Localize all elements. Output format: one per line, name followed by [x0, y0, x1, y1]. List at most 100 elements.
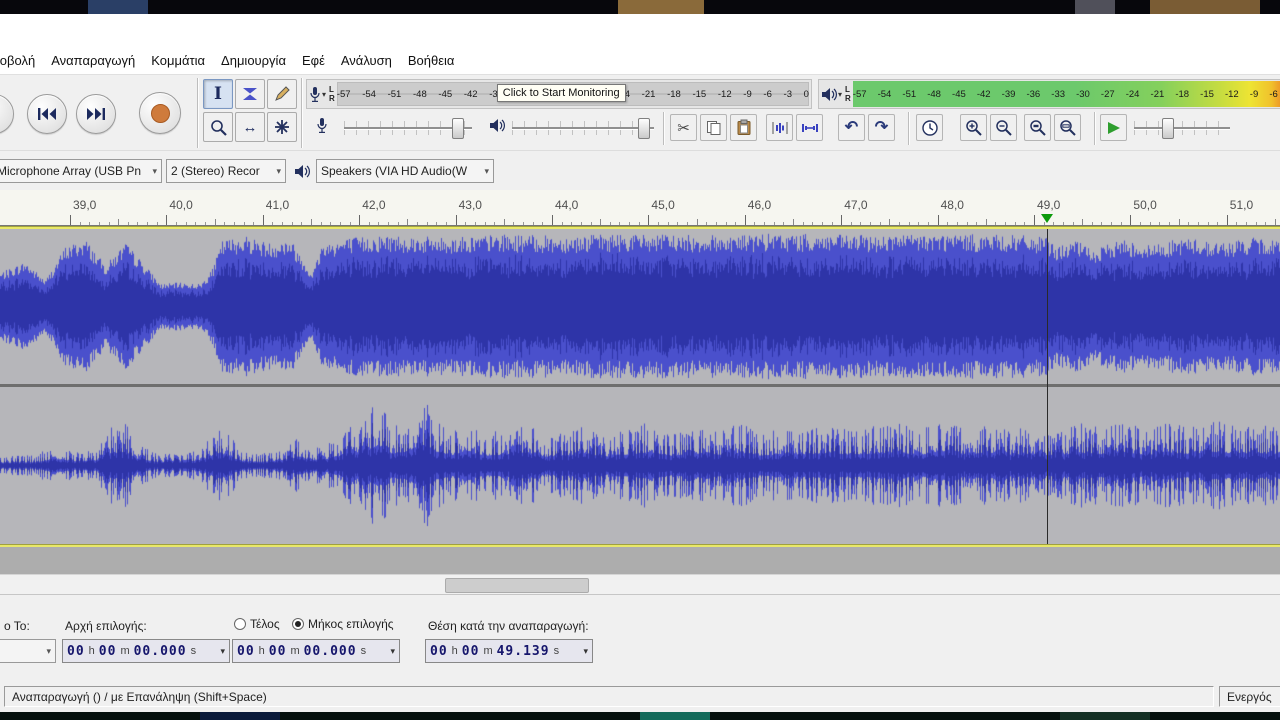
- time-seconds[interactable]: 00.000: [304, 644, 357, 659]
- ruler-tick: [899, 222, 901, 225]
- radio-icon[interactable]: [234, 618, 246, 630]
- time-seconds[interactable]: 49.139: [497, 644, 550, 659]
- input-channels-combo[interactable]: 2 (Stereo) Recor ▾: [166, 159, 286, 183]
- record-button[interactable]: [139, 92, 181, 134]
- paste-button[interactable]: [730, 114, 757, 141]
- fit-project-button[interactable]: [1054, 114, 1081, 141]
- ruler-tick: [725, 222, 727, 225]
- ruler-tick: [677, 222, 679, 225]
- selection-tool-button[interactable]: I: [203, 79, 233, 109]
- time-shift-tool-button[interactable]: ↔: [235, 112, 265, 142]
- snap-to-combo[interactable]: ▾: [0, 639, 56, 663]
- redo-button[interactable]: ↷: [868, 114, 895, 141]
- timeline-ruler[interactable]: 39,0 40,0 41,0 42,0 43,0 44,0 45,0 46,0 47,0 48,0…: [0, 190, 1280, 226]
- ruler-tick: [1014, 222, 1016, 225]
- time-minutes[interactable]: 00: [462, 644, 480, 659]
- menu-item[interactable]: Βοήθεια: [400, 48, 463, 74]
- mixer-microphone-icon: [316, 117, 328, 134]
- input-device-combo[interactable]: Microphone Array (USB Pn ▾: [0, 159, 162, 183]
- menu-item[interactable]: Εφέ: [294, 48, 333, 74]
- selection-length-time[interactable]: 00 h 00 m 00.000 s ▾: [232, 639, 400, 663]
- selection-start-label: Αρχή επιλογής:: [65, 619, 147, 633]
- ruler-tick: [1207, 222, 1209, 225]
- undo-button[interactable]: ↶: [838, 114, 865, 141]
- stop-button[interactable]: [0, 94, 14, 134]
- menu-item[interactable]: Κομμάτια: [143, 48, 213, 74]
- timefield-menu-arrow-icon[interactable]: ▾: [220, 646, 225, 657]
- slider-thumb[interactable]: [638, 118, 650, 139]
- zoom-out-button[interactable]: [990, 114, 1017, 141]
- silence-audio-button[interactable]: [796, 114, 823, 141]
- horizontal-scrollbar[interactable]: [0, 574, 1280, 594]
- copy-button[interactable]: [700, 114, 727, 141]
- selection-length-radio[interactable]: Μήκος επιλογής: [292, 617, 394, 631]
- multi-tool-button[interactable]: [267, 112, 297, 142]
- slider-thumb[interactable]: [452, 118, 464, 139]
- ruler-tick: [455, 215, 457, 225]
- ruler-tick: [966, 222, 968, 225]
- ruler-tick: [918, 222, 920, 225]
- play-speed-slider[interactable]: [1134, 113, 1230, 141]
- meter-dropdown-arrow-icon[interactable]: ▾: [322, 90, 326, 99]
- time-seconds[interactable]: 00.000: [134, 644, 187, 659]
- ruler-tick: [812, 222, 814, 225]
- time-minutes[interactable]: 00: [99, 644, 117, 659]
- slider-thumb[interactable]: [1162, 118, 1174, 139]
- redo-icon: ↷: [874, 118, 889, 136]
- menu-item[interactable]: Δημιουργία: [213, 48, 294, 74]
- playback-meter[interactable]: ▾ L R -57 -54 -51 -48 -45 -42 -39 -36 -33 -30 -27-…: [818, 79, 1280, 109]
- recording-meter[interactable]: ▾ L R -57-54-51-48-45-42-39-36-33-30-27-…: [306, 79, 812, 109]
- skip-to-end-button[interactable]: [76, 94, 116, 134]
- envelope-tool-button[interactable]: [235, 79, 265, 109]
- play-at-speed-button[interactable]: [1100, 114, 1127, 141]
- meter-dropdown-arrow-icon[interactable]: ▾: [838, 90, 842, 99]
- time-hours[interactable]: 00: [237, 644, 255, 659]
- menu-item[interactable]: Ανάλυση: [333, 48, 400, 74]
- fit-selection-button[interactable]: [1024, 114, 1051, 141]
- draw-tool-button[interactable]: [267, 79, 297, 109]
- input-device-value: Microphone Array (USB Pn: [0, 164, 142, 178]
- timefield-menu-arrow-icon[interactable]: ▾: [583, 646, 588, 657]
- multi-tool-icon: [274, 119, 290, 135]
- playback-volume-slider[interactable]: [512, 113, 654, 141]
- recording-meter-header[interactable]: ▾ L R: [307, 85, 337, 103]
- ruler-tick: [956, 222, 958, 225]
- menu-item[interactable]: Προβολή: [0, 48, 43, 74]
- radio-checked-icon[interactable]: [292, 618, 304, 630]
- desktop-fragment: [88, 0, 148, 14]
- selection-end-radio[interactable]: Τέλος: [234, 617, 280, 631]
- waveform-right-channel[interactable]: [0, 387, 1280, 544]
- status-rate-text: Ενεργός: [1227, 689, 1272, 704]
- playback-meter-body[interactable]: -57 -54 -51 -48 -45 -42 -39 -36 -33 -30 -27 -24 -21-…: [852, 80, 1280, 108]
- waveform-left-channel[interactable]: [0, 229, 1280, 384]
- output-device-combo[interactable]: Speakers (VIA HD Audio(W ▾: [316, 159, 494, 183]
- playhead-triangle-icon[interactable]: [1041, 214, 1053, 223]
- playback-position-time[interactable]: 00 h 00 m 49.139 s ▾: [425, 639, 593, 663]
- ruler-tick: [1159, 222, 1161, 225]
- menu-item[interactable]: Αναπαραγωγή: [43, 48, 143, 74]
- ruler-tick: [879, 222, 881, 225]
- time-hours[interactable]: 00: [67, 644, 85, 659]
- ruler-time-label: 40,0: [169, 198, 193, 212]
- ruler-tick: [1149, 222, 1151, 225]
- trim-audio-button[interactable]: [766, 114, 793, 141]
- desktop-fragment: [1150, 0, 1260, 14]
- toolbar-separator: [908, 112, 910, 145]
- time-hours[interactable]: 00: [430, 644, 448, 659]
- scrollbar-thumb[interactable]: [445, 578, 589, 593]
- zoom-in-button[interactable]: [960, 114, 987, 141]
- time-minutes[interactable]: 00: [269, 644, 287, 659]
- meter-right-label: R: [845, 94, 851, 103]
- zoom-tool-button[interactable]: [203, 112, 233, 142]
- timefield-menu-arrow-icon[interactable]: ▾: [390, 646, 395, 657]
- recording-volume-slider[interactable]: [344, 113, 472, 141]
- ruler-tick: [744, 215, 746, 225]
- skip-to-start-button[interactable]: [27, 94, 67, 134]
- ruler-tick: [793, 219, 794, 225]
- ruler-tick: [195, 222, 197, 225]
- playback-meter-header[interactable]: ▾ L R: [819, 85, 853, 103]
- selection-start-time[interactable]: 00 h 00 m 00.000 s ▾: [62, 639, 230, 663]
- cut-button[interactable]: ✂: [670, 114, 697, 141]
- sync-lock-button[interactable]: [916, 114, 943, 141]
- recording-meter-body[interactable]: -57-54-51-48-45-42-39-36-33-30-27-24-21-…: [336, 80, 811, 108]
